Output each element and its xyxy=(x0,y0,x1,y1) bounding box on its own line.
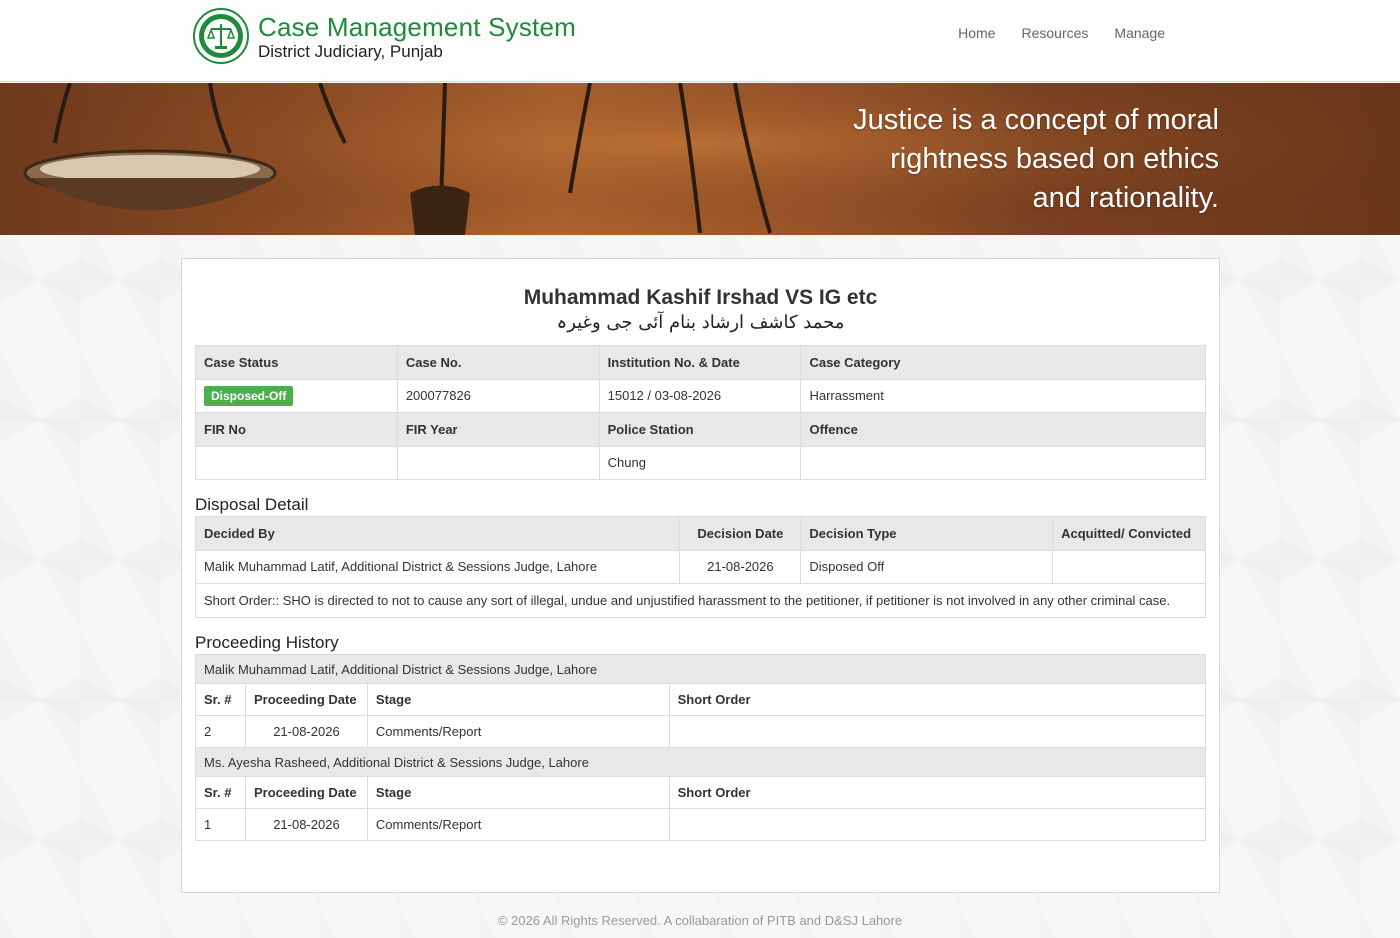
col-header: Case Category xyxy=(800,345,1206,380)
table-header-row: Decided By Decision Date Decision Type A… xyxy=(194,516,1206,551)
stage-cell: Comments/Report xyxy=(366,715,670,748)
table-row: 2 21-08-2026 Comments/Report xyxy=(195,715,1207,748)
case-info-table: Case Status Case No. Institution No. & D… xyxy=(195,345,1206,480)
stage-cell: Comments/Report xyxy=(366,808,670,841)
short-order-cell: Short Order:: SHO is directed to not to … xyxy=(195,583,1206,618)
case-title-urdu: محمد کاشف ارشاد بنام آئی جی وغیرہ xyxy=(556,312,845,333)
decision-date-cell: 21-08-2026 xyxy=(679,549,802,584)
col-header: Institution No. & Date xyxy=(598,345,802,380)
sr-cell: 2 xyxy=(195,715,246,748)
col-header: Stage xyxy=(366,776,670,809)
disposal-section-title: Disposal Detail xyxy=(195,495,309,514)
hero-banner: Justice is a concept of moral rightness … xyxy=(0,83,1400,235)
table-row: Disposed-Off 200077826 15012 / 03-08-202… xyxy=(195,378,1206,413)
col-header: FIR No xyxy=(195,412,398,447)
proceeding-date-cell: 21-08-2026 xyxy=(244,808,368,841)
col-header: Stage xyxy=(366,683,670,716)
quote-line-2: rightness based on ethics xyxy=(890,143,1219,175)
quote-line-3: and rationality. xyxy=(1032,182,1219,214)
col-header: Offence xyxy=(800,412,1206,447)
col-header: Proceeding Date xyxy=(244,776,368,809)
nav-resources-link[interactable]: Resources xyxy=(1008,24,1101,42)
col-header: Case No. xyxy=(396,345,600,380)
nav-home-link[interactable]: Home xyxy=(945,24,1008,42)
judiciary-seal-logo[interactable] xyxy=(193,8,249,64)
disposal-table: Decided By Decision Date Decision Type A… xyxy=(194,516,1206,618)
judge-group-row: Ms. Ayesha Rasheed, Additional District … xyxy=(195,747,1206,777)
site-title[interactable]: Case Management System xyxy=(258,12,576,43)
decision-type-cell: Disposed Off xyxy=(800,549,1054,584)
fir-no-cell xyxy=(195,445,398,480)
col-header: Short Order xyxy=(668,683,1207,716)
sr-cell: 1 xyxy=(195,808,246,841)
footer-copyright: © 2026 All Rights Reserved. A collabarat… xyxy=(497,913,903,928)
col-header: Acquitted/ Convicted xyxy=(1052,516,1206,551)
col-header: Sr. # xyxy=(195,683,246,716)
table-row: Chung xyxy=(195,445,1206,480)
col-header: Proceeding Date xyxy=(244,683,368,716)
table-header-row: FIR No FIR Year Police Station Offence xyxy=(195,412,1206,447)
case-detail-card: Muhammad Kashif Irshad VS IG etc محمد کا… xyxy=(181,258,1220,893)
banner-quote: Justice is a concept of moral rightness … xyxy=(799,101,1219,218)
site-subtitle: District Judiciary, Punjab xyxy=(258,42,443,61)
table-header-row: Sr. # Proceeding Date Stage Short Order xyxy=(195,683,1207,716)
col-header: Police Station xyxy=(598,412,802,447)
table-header-row: Sr. # Proceeding Date Stage Short Order xyxy=(195,776,1207,809)
category-cell: Harrassment xyxy=(800,378,1206,413)
case-title: Muhammad Kashif Irshad VS IG etc xyxy=(523,286,878,309)
site-header: Case Management System District Judiciar… xyxy=(0,0,1400,82)
proceeding-history-table: Malik Muhammad Latif, Additional Distric… xyxy=(195,654,1207,841)
judge-name-cell: Ms. Ayesha Rasheed, Additional District … xyxy=(195,747,1206,777)
table-header-row: Case Status Case No. Institution No. & D… xyxy=(195,345,1206,380)
status-badge: Disposed-Off xyxy=(204,385,294,406)
acquitted-cell xyxy=(1052,549,1206,584)
col-header: Decision Type xyxy=(800,516,1054,551)
col-header: Short Order xyxy=(668,776,1207,809)
proceeding-date-cell: 21-08-2026 xyxy=(244,715,368,748)
table-row: Malik Muhammad Latif, Additional Distric… xyxy=(194,549,1206,584)
short-order-cell xyxy=(668,808,1207,841)
offence-cell xyxy=(800,445,1206,480)
case-status-cell: Disposed-Off xyxy=(195,378,398,413)
fir-year-cell xyxy=(396,445,600,480)
col-header: FIR Year xyxy=(396,412,600,447)
decided-by-cell: Malik Muhammad Latif, Additional Distric… xyxy=(194,549,681,584)
short-order-cell xyxy=(668,715,1207,748)
quote-line-1: Justice is a concept of moral xyxy=(853,104,1219,136)
institution-cell: 15012 / 03-08-2026 xyxy=(598,378,802,413)
col-header: Decided By xyxy=(194,516,681,551)
police-station-cell: Chung xyxy=(598,445,802,480)
judge-name-cell: Malik Muhammad Latif, Additional Distric… xyxy=(195,654,1206,684)
case-no-cell: 200077826 xyxy=(396,378,600,413)
main-nav: Home Resources Manage xyxy=(945,24,1178,42)
col-header: Case Status xyxy=(195,345,398,380)
nav-manage-link[interactable]: Manage xyxy=(1101,24,1178,42)
table-row: Short Order:: SHO is directed to not to … xyxy=(195,583,1206,618)
col-header: Sr. # xyxy=(195,776,246,809)
table-row: 1 21-08-2026 Comments/Report xyxy=(195,808,1207,841)
judge-group-row: Malik Muhammad Latif, Additional Distric… xyxy=(195,654,1206,684)
proceeding-section-title: Proceeding History xyxy=(195,633,339,652)
col-header: Decision Date xyxy=(679,516,802,551)
